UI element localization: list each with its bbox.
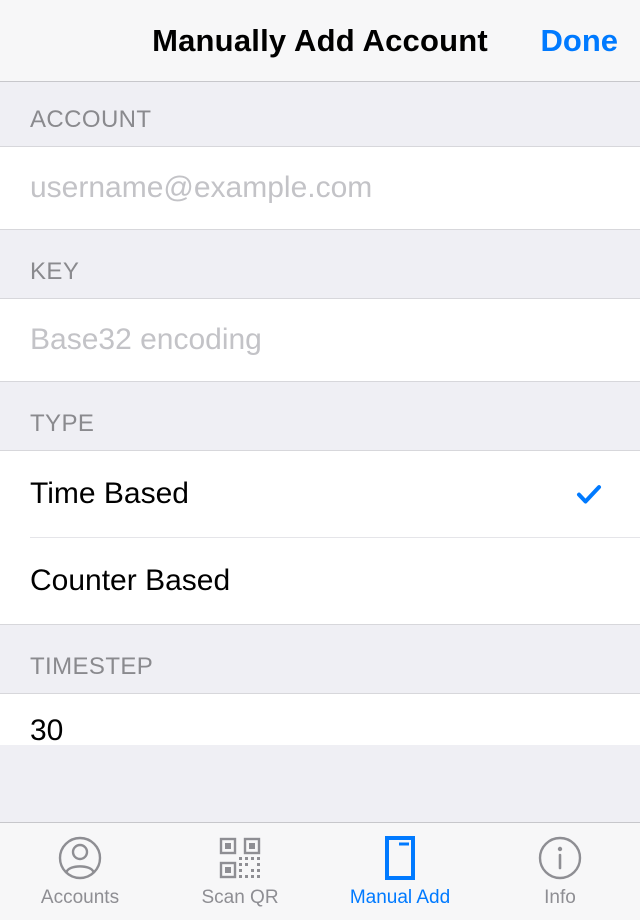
person-icon: [57, 835, 103, 881]
tab-label: Manual Add: [350, 887, 450, 909]
tabbar: Accounts: [0, 822, 640, 920]
section-header-timestep: TIMESTEP: [0, 625, 640, 693]
tab-label: Accounts: [41, 887, 119, 909]
timestep-value: 30: [30, 714, 63, 745]
section-header-key: KEY: [0, 230, 640, 298]
type-option-label: Counter Based: [30, 564, 230, 598]
tab-accounts[interactable]: Accounts: [0, 823, 160, 920]
type-option-counter-based[interactable]: Counter Based: [30, 537, 640, 624]
account-cell[interactable]: [0, 146, 640, 230]
key-cell[interactable]: [0, 298, 640, 382]
checkmark-icon: [574, 479, 604, 509]
info-icon: [537, 835, 583, 881]
type-group: Time Based Counter Based: [0, 450, 640, 625]
page-title: Manually Add Account: [152, 23, 488, 59]
navbar: Manually Add Account Done: [0, 0, 640, 82]
tab-manual-add[interactable]: Manual Add: [320, 823, 480, 920]
timestep-cell[interactable]: 30: [0, 693, 640, 745]
key-input[interactable]: [30, 323, 610, 357]
tab-label: Info: [544, 887, 576, 909]
section-header-type: TYPE: [0, 382, 640, 450]
tab-info[interactable]: Info: [480, 823, 640, 920]
account-input[interactable]: [30, 171, 610, 205]
section-header-account: ACCOUNT: [0, 82, 640, 146]
tab-scan-qr[interactable]: Scan QR: [160, 823, 320, 920]
tab-label: Scan QR: [201, 887, 278, 909]
type-option-time-based[interactable]: Time Based: [0, 451, 640, 537]
document-icon: [377, 835, 423, 881]
done-button[interactable]: Done: [541, 23, 619, 59]
qr-icon: [217, 835, 263, 881]
type-option-label: Time Based: [30, 477, 189, 511]
